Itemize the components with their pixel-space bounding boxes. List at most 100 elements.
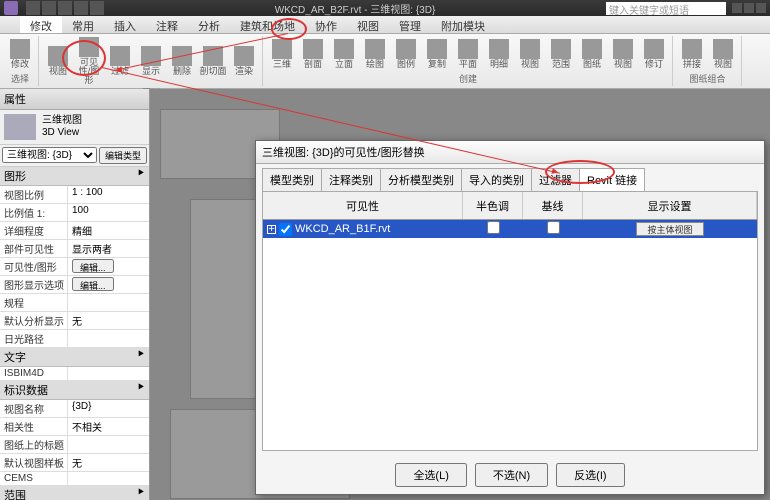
ribbon-group-label: 创建 (268, 71, 668, 85)
expand-icon[interactable]: + (267, 225, 276, 234)
ribbon-btn-拼接[interactable]: 拼接 (678, 39, 706, 69)
ribbon-icon (48, 46, 68, 66)
props-group-header[interactable]: 图形⯈ (0, 167, 149, 186)
props-row[interactable]: 图形显示选项编辑... (0, 276, 149, 294)
menu-tab-2[interactable]: 插入 (104, 16, 146, 33)
props-row[interactable]: 视图比例1 : 100 (0, 186, 149, 204)
dialog-tab-0[interactable]: 模型类别 (262, 168, 322, 191)
props-row[interactable]: 视图名称{3D} (0, 400, 149, 418)
menu-tab-9[interactable]: 附加模块 (431, 16, 495, 33)
col-display: 显示设置 (583, 192, 757, 219)
props-edit-button[interactable]: 编辑... (72, 259, 114, 273)
qat-save-icon[interactable] (42, 1, 56, 15)
menu-tab-1[interactable]: 常用 (62, 16, 104, 33)
ribbon-btn-图纸[interactable]: 图纸 (578, 39, 606, 69)
props-edit-button[interactable]: 编辑... (72, 277, 114, 291)
ribbon-icon (272, 39, 292, 59)
ribbon-icon (489, 39, 509, 59)
halftone-checkbox[interactable] (487, 221, 500, 234)
menu-tab-7[interactable]: 视图 (347, 16, 389, 33)
props-row[interactable]: 部件可见性显示两者 (0, 240, 149, 258)
ribbon-btn-绘图[interactable]: 绘图 (361, 39, 389, 69)
ribbon-icon (172, 46, 192, 66)
search-input[interactable]: 键入关键字或短语 (606, 2, 726, 15)
ribbon-btn-平面[interactable]: 平面 (454, 39, 482, 69)
view-type-icon (4, 114, 36, 140)
props-row[interactable]: 比例值 1:100 (0, 204, 149, 222)
ribbon-btn-明细[interactable]: 明细 (485, 39, 513, 69)
menu-tab-8[interactable]: 管理 (389, 16, 431, 33)
type-selector[interactable]: 三维视图: {3D} (2, 147, 97, 163)
props-row[interactable]: ISBIM4D (0, 367, 149, 381)
menu-tab-0[interactable]: 修改 (20, 16, 62, 33)
menu-tab-6[interactable]: 协作 (305, 16, 347, 33)
link-visibility-checkbox[interactable] (279, 223, 292, 236)
props-row[interactable]: 相关性不相关 (0, 418, 149, 436)
ribbon-icon (203, 46, 223, 66)
menu-tab-3[interactable]: 注释 (146, 16, 188, 33)
ribbon-icon (644, 39, 664, 59)
link-row[interactable]: + WKCD_AR_B1F.rvt 按主体视图 (263, 220, 757, 238)
invert-selection-button[interactable]: 反选(I) (556, 463, 624, 487)
ribbon-btn-三维[interactable]: 三维 (268, 39, 296, 69)
underlay-checkbox[interactable] (547, 221, 560, 234)
ribbon-btn-范围[interactable]: 范围 (547, 39, 575, 69)
dialog-tab-1[interactable]: 注释类别 (321, 168, 381, 191)
ribbon-btn-剖面[interactable]: 剖面 (299, 39, 327, 69)
dialog-title: 三维视图: {3D}的可见性/图形替换 (256, 141, 764, 164)
props-row[interactable]: 日光路径 (0, 330, 149, 348)
dialog-tab-3[interactable]: 导入的类别 (461, 168, 532, 191)
minimize-icon[interactable] (744, 3, 754, 13)
props-group-header[interactable]: 范围⯈ (0, 486, 149, 500)
ribbon-btn-显示[interactable]: 显示 (137, 46, 165, 76)
qat-redo-icon[interactable] (74, 1, 88, 15)
ribbon-btn-删除[interactable]: 删除 (168, 46, 196, 76)
props-row[interactable]: 详细程度精细 (0, 222, 149, 240)
ribbon-btn-剖切面[interactable]: 剖切面 (199, 46, 227, 76)
props-row[interactable]: 默认分析显示无 (0, 312, 149, 330)
ribbon-btn-视图[interactable]: 视图 (516, 39, 544, 69)
ribbon-icon (79, 37, 99, 57)
help-icon[interactable] (732, 3, 742, 13)
dialog-tab-5[interactable]: Revit 链接 (579, 168, 645, 191)
menu-tab-4[interactable]: 分析 (188, 16, 230, 33)
ribbon-btn-图例[interactable]: 图例 (392, 39, 420, 69)
display-settings-button[interactable]: 按主体视图 (636, 222, 703, 236)
props-row[interactable]: 图纸上的标题 (0, 436, 149, 454)
edit-type-button[interactable]: 编辑类型 (99, 147, 147, 164)
ribbon-icon (713, 39, 733, 59)
menu-tab-5[interactable]: 建筑和场地 (230, 16, 305, 33)
props-row[interactable]: 可见性/图形编辑... (0, 258, 149, 276)
ribbon-btn-视图[interactable]: 视图 (609, 39, 637, 69)
ribbon-btn-过滤[interactable]: 过滤 (106, 46, 134, 76)
select-all-button[interactable]: 全选(L) (395, 463, 466, 487)
qat-open-icon[interactable] (26, 1, 40, 15)
element-type-label: 三维视图 (42, 115, 82, 127)
ribbon-btn-渲染[interactable]: 渲染 (230, 46, 258, 76)
props-group-header[interactable]: 标识数据⯈ (0, 381, 149, 400)
props-row[interactable]: 规程 (0, 294, 149, 312)
window-title: WKCD_AR_B2F.rvt - 三维视图: {3D} (104, 1, 606, 16)
props-row[interactable]: 默认视图样板无 (0, 454, 149, 472)
qat-undo-icon[interactable] (58, 1, 72, 15)
props-group-header[interactable]: 文字⯈ (0, 348, 149, 367)
ribbon-btn-视图[interactable]: 视图 (709, 39, 737, 69)
dialog-tab-2[interactable]: 分析模型类别 (380, 168, 462, 191)
ribbon-icon (613, 39, 633, 59)
col-underlay: 基线 (523, 192, 583, 219)
select-none-button[interactable]: 不选(N) (475, 463, 548, 487)
ribbon-btn-视图[interactable]: 视图 (44, 46, 72, 76)
ribbon-btn-立面[interactable]: 立面 (330, 39, 358, 69)
ribbon-btn-修订[interactable]: 修订 (640, 39, 668, 69)
props-row[interactable]: CEMS (0, 472, 149, 486)
ribbon-icon (10, 39, 30, 59)
qat-print-icon[interactable] (90, 1, 104, 15)
ribbon-btn-修改[interactable]: 修改 (6, 39, 34, 69)
close-icon[interactable] (756, 3, 766, 13)
ribbon-btn-可见性/图形[interactable]: 可见性/图形 (75, 37, 103, 85)
ribbon-icon (110, 46, 130, 66)
ribbon-group-label: 图纸组合 (678, 71, 737, 85)
ribbon-btn-复制[interactable]: 复制 (423, 39, 451, 69)
dialog-tab-4[interactable]: 过滤器 (531, 168, 580, 191)
visibility-graphics-dialog: 三维视图: {3D}的可见性/图形替换 模型类别注释类别分析模型类别导入的类别过… (255, 140, 765, 495)
